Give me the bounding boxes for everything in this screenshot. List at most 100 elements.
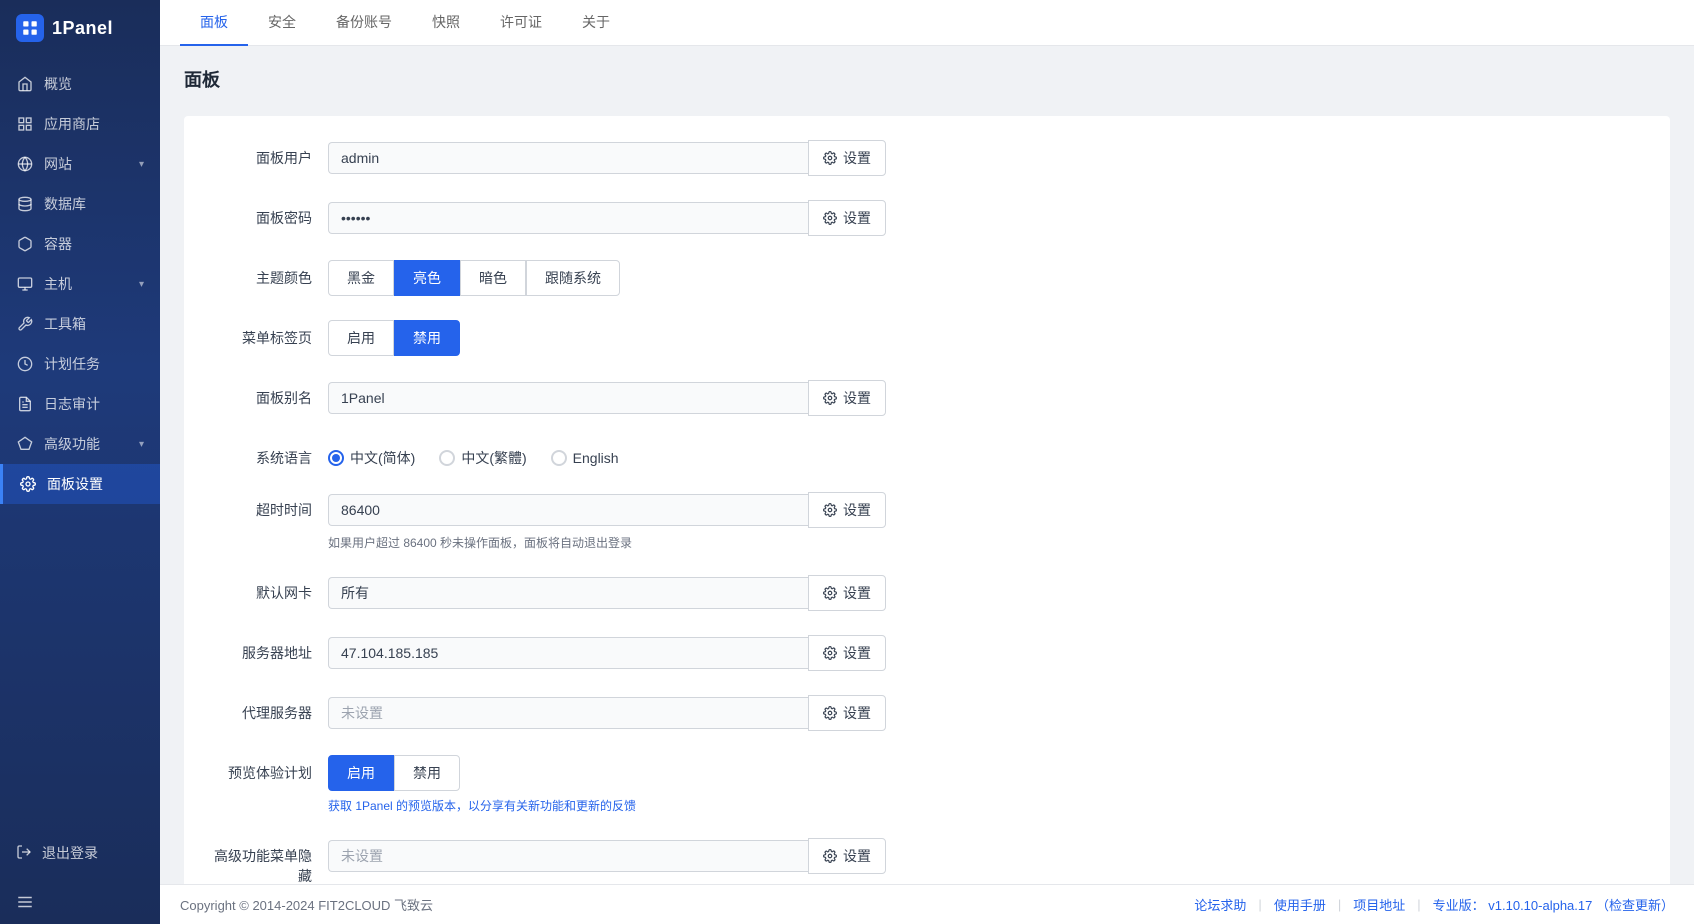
theme-black-gold-btn[interactable]: 黑金 <box>328 260 394 296</box>
nic-label: 默认网卡 <box>208 575 328 603</box>
sidebar: 1Panel 概览 应用商店 网站 <box>0 0 160 924</box>
proxy-setting-btn[interactable]: 设置 <box>808 695 886 731</box>
lang-zh-cn-radio[interactable] <box>328 450 344 466</box>
page-title: 面板 <box>184 66 1670 92</box>
sidebar-footer: 退出登录 <box>0 823 160 883</box>
tab-license[interactable]: 许可证 <box>480 0 562 46</box>
panel-password-input[interactable] <box>328 202 808 234</box>
lang-zh-cn-option[interactable]: 中文(简体) <box>328 448 415 468</box>
sidebar-item-container-label: 容器 <box>44 234 72 254</box>
panel-password-row: 面板密码 设置 <box>208 200 1646 236</box>
preview-plan-enable-btn[interactable]: 启用 <box>328 755 394 791</box>
nic-setting-btn[interactable]: 设置 <box>808 575 886 611</box>
sidebar-item-host[interactable]: 主机 ▾ <box>0 264 160 304</box>
lang-zh-tw-option[interactable]: 中文(繁體) <box>439 448 526 468</box>
tab-backup[interactable]: 备份账号 <box>316 0 412 46</box>
menu-tab-control: 启用 禁用 <box>328 320 1646 356</box>
sidebar-item-advanced[interactable]: 高级功能 ▾ <box>0 424 160 464</box>
theme-follow-system-btn[interactable]: 跟随系统 <box>526 260 620 296</box>
preview-plan-row: 预览体验计划 启用 禁用 获取 1Panel 的预览版本，以分享有关新功能和更新… <box>208 755 1646 814</box>
advanced-hide-input[interactable] <box>328 840 808 872</box>
diamond-icon <box>16 435 34 453</box>
panel-password-control: 设置 <box>328 200 1646 236</box>
preview-plan-btn-group: 启用 禁用 <box>328 755 1646 791</box>
sidebar-item-logout[interactable]: 退出登录 <box>16 833 144 873</box>
menu-tab-enable-btn[interactable]: 启用 <box>328 320 394 356</box>
server-addr-label: 服务器地址 <box>208 635 328 663</box>
tab-panel[interactable]: 面板 <box>180 0 248 46</box>
proxy-label: 代理服务器 <box>208 695 328 723</box>
lang-en-radio[interactable] <box>551 450 567 466</box>
top-tabs: 面板 安全 备份账号 快照 许可证 关于 <box>160 0 1694 46</box>
proxy-input[interactable] <box>328 697 808 729</box>
footer-project-link[interactable]: 项目地址 <box>1353 895 1405 914</box>
panel-user-setting-label: 设置 <box>843 148 871 168</box>
footer-forum-link[interactable]: 论坛求助 <box>1194 895 1246 914</box>
tab-snapshot[interactable]: 快照 <box>412 0 480 46</box>
menu-tab-btn-group: 启用 禁用 <box>328 320 1646 356</box>
sidebar-item-logaudit[interactable]: 日志审计 <box>0 384 160 424</box>
preview-plan-disable-btn[interactable]: 禁用 <box>394 755 460 791</box>
home-icon <box>16 75 34 93</box>
panel-alias-input[interactable] <box>328 382 808 414</box>
sidebar-item-website[interactable]: 网站 ▾ <box>0 144 160 184</box>
proxy-control: 设置 <box>328 695 1646 731</box>
sidebar-item-host-label: 主机 <box>44 274 72 294</box>
footer-manual-link[interactable]: 使用手册 <box>1274 895 1326 914</box>
sidebar-item-advanced-label: 高级功能 <box>44 434 100 454</box>
lang-zh-tw-radio[interactable] <box>439 450 455 466</box>
sidebar-item-database-label: 数据库 <box>44 194 86 214</box>
sidebar-collapse-btn[interactable] <box>0 883 160 924</box>
advanced-hide-control: 设置 <box>328 838 1646 874</box>
panel-alias-setting-btn[interactable]: 设置 <box>808 380 886 416</box>
panel-alias-setting-label: 设置 <box>843 388 871 408</box>
timeout-label: 超时时间 <box>208 492 328 520</box>
tab-about[interactable]: 关于 <box>562 0 630 46</box>
sidebar-item-panelsettings[interactable]: 面板设置 <box>0 464 160 504</box>
sidebar-item-container[interactable]: 容器 <box>0 224 160 264</box>
advanced-hide-setting-btn[interactable]: 设置 <box>808 838 886 874</box>
timeout-input[interactable] <box>328 494 808 526</box>
sidebar-item-overview[interactable]: 概览 <box>0 64 160 104</box>
panel-password-setting-btn[interactable]: 设置 <box>808 200 886 236</box>
preview-plan-label: 预览体验计划 <box>208 755 328 783</box>
sidebar-item-logout-label: 退出登录 <box>42 843 98 863</box>
lang-zh-cn-label: 中文(简体) <box>350 448 415 468</box>
nic-input-group: 设置 <box>328 575 1646 611</box>
settings-icon <box>19 475 37 493</box>
footer-version-number: v1.10.10-alpha.17 <box>1488 898 1592 913</box>
content-area: 面板 面板用户 设置 <box>160 46 1694 884</box>
lang-en-option[interactable]: English <box>551 450 619 466</box>
panel-user-input[interactable] <box>328 142 808 174</box>
chevron-down-icon-host: ▾ <box>139 279 144 290</box>
sidebar-item-toolbox-label: 工具箱 <box>44 314 86 334</box>
sidebar-item-crontask[interactable]: 计划任务 <box>0 344 160 384</box>
sidebar-item-appstore[interactable]: 应用商店 <box>0 104 160 144</box>
form-section: 面板用户 设置 面板密码 <box>184 116 1670 884</box>
theme-bright-btn[interactable]: 亮色 <box>394 260 460 296</box>
panel-password-label: 面板密码 <box>208 200 328 228</box>
panel-user-row: 面板用户 设置 <box>208 140 1646 176</box>
footer-check-update-link[interactable]: （检查更新） <box>1596 898 1674 913</box>
panel-alias-control: 设置 <box>328 380 1646 416</box>
theme-dark-btn[interactable]: 暗色 <box>460 260 526 296</box>
panel-user-input-group: 设置 <box>328 140 1646 176</box>
footer-links: 论坛求助 | 使用手册 | 项目地址 | 专业版： v1.10.10-alpha… <box>1194 895 1674 914</box>
server-addr-control: 设置 <box>328 635 1646 671</box>
server-addr-input[interactable] <box>328 637 808 669</box>
nic-input[interactable] <box>328 577 808 609</box>
box-icon <box>16 235 34 253</box>
panel-password-setting-label: 设置 <box>843 208 871 228</box>
sidebar-item-crontask-label: 计划任务 <box>44 354 100 374</box>
sidebar-item-toolbox[interactable]: 工具箱 <box>0 304 160 344</box>
menu-tab-disable-btn[interactable]: 禁用 <box>394 320 460 356</box>
timeout-input-group: 设置 <box>328 492 1646 528</box>
server-addr-setting-btn[interactable]: 设置 <box>808 635 886 671</box>
proxy-setting-label: 设置 <box>843 703 871 723</box>
panel-user-setting-btn[interactable]: 设置 <box>808 140 886 176</box>
timeout-row: 超时时间 设置 如果用户超过 86400 秒未操作面板，面板将自动退出登录 <box>208 492 1646 551</box>
sidebar-item-database[interactable]: 数据库 <box>0 184 160 224</box>
timeout-setting-btn[interactable]: 设置 <box>808 492 886 528</box>
lang-radio-group: 中文(简体) 中文(繁體) English <box>328 440 1646 468</box>
tab-security[interactable]: 安全 <box>248 0 316 46</box>
